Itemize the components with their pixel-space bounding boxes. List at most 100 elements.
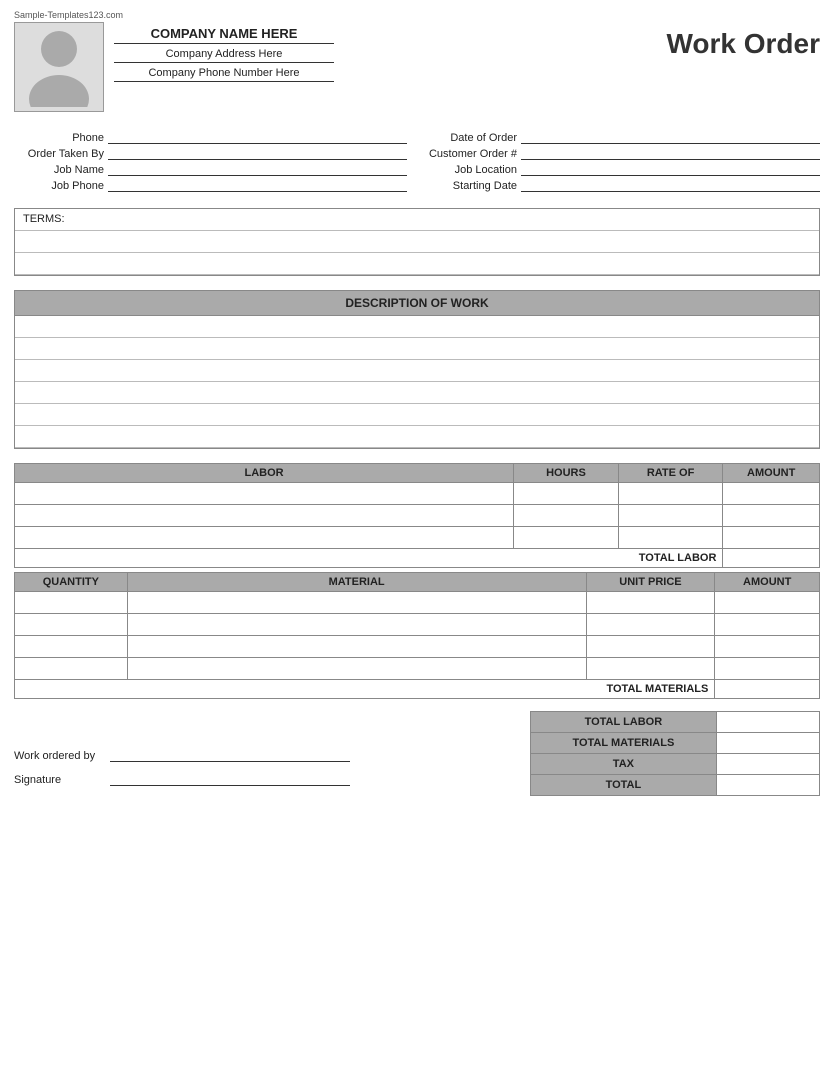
- company-phone: Company Phone Number Here: [114, 67, 334, 82]
- total-materials-row: TOTAL MATERIALS: [15, 680, 820, 699]
- mat-amount-3[interactable]: [715, 636, 820, 658]
- header: COMPANY NAME HERE Company Address Here C…: [14, 22, 820, 112]
- job-name-label: Job Name: [14, 164, 104, 176]
- desc-row-3: [15, 360, 819, 382]
- total-final-value[interactable]: [716, 775, 819, 796]
- labor-amount-1[interactable]: [723, 483, 820, 505]
- mat-price-2[interactable]: [586, 614, 715, 636]
- customer-order-input[interactable]: [521, 146, 820, 160]
- field-order-taken: Order Taken By: [14, 146, 407, 160]
- customer-order-label: Customer Order #: [427, 148, 517, 160]
- phone-input[interactable]: [108, 130, 407, 144]
- signature-row: Signature: [14, 772, 500, 786]
- labor-col-header: LABOR: [15, 464, 514, 483]
- company-logo: [14, 22, 104, 112]
- total-final-row: TOTAL: [531, 775, 820, 796]
- material-amount-col-header: AMOUNT: [715, 573, 820, 592]
- labor-row-1: [15, 483, 820, 505]
- work-ordered-by-input[interactable]: [110, 748, 350, 762]
- labor-table: LABOR HOURS RATE OF AMOUNT TOTAL LABOR: [14, 463, 820, 568]
- labor-rate-3[interactable]: [618, 527, 723, 549]
- terms-row-1: [15, 231, 819, 253]
- material-row-1: [15, 592, 820, 614]
- labor-desc-3[interactable]: [15, 527, 514, 549]
- total-labor-value[interactable]: [723, 549, 820, 568]
- labor-rate-2[interactable]: [618, 505, 723, 527]
- labor-hours-1[interactable]: [514, 483, 619, 505]
- total-labor-label: TOTAL LABOR: [15, 549, 723, 568]
- job-phone-label: Job Phone: [14, 180, 104, 192]
- job-name-input[interactable]: [108, 162, 407, 176]
- phone-label: Phone: [14, 132, 104, 144]
- field-customer-order: Customer Order #: [427, 146, 820, 160]
- mat-price-1[interactable]: [586, 592, 715, 614]
- mat-qty-2[interactable]: [15, 614, 128, 636]
- labor-row-2: [15, 505, 820, 527]
- desc-row-5: [15, 404, 819, 426]
- mat-price-4[interactable]: [586, 658, 715, 680]
- field-date-order: Date of Order: [427, 130, 820, 144]
- total-materials-summary-label: TOTAL MATERIALS: [531, 733, 717, 754]
- date-order-input[interactable]: [521, 130, 820, 144]
- description-header: DESCRIPTION OF WORK: [15, 291, 819, 316]
- unit-price-col-header: UNIT PRICE: [586, 573, 715, 592]
- labor-hours-2[interactable]: [514, 505, 619, 527]
- date-order-label: Date of Order: [427, 132, 517, 144]
- mat-desc-3[interactable]: [127, 636, 586, 658]
- desc-row-1: [15, 316, 819, 338]
- labor-hours-3[interactable]: [514, 527, 619, 549]
- summary-section: Work ordered by Signature TOTAL LABOR TO…: [14, 711, 820, 796]
- job-location-input[interactable]: [521, 162, 820, 176]
- mat-qty-1[interactable]: [15, 592, 128, 614]
- mat-amount-4[interactable]: [715, 658, 820, 680]
- order-taken-input[interactable]: [108, 146, 407, 160]
- field-job-phone: Job Phone: [14, 178, 407, 192]
- labor-amount-3[interactable]: [723, 527, 820, 549]
- description-section: DESCRIPTION OF WORK: [14, 290, 820, 449]
- form-left: Phone Order Taken By Job Name Job Phone: [14, 130, 407, 194]
- job-phone-input[interactable]: [108, 178, 407, 192]
- job-location-label: Job Location: [427, 164, 517, 176]
- signature-area: Work ordered by Signature: [14, 748, 530, 796]
- material-row-4: [15, 658, 820, 680]
- desc-row-2: [15, 338, 819, 360]
- field-phone: Phone: [14, 130, 407, 144]
- terms-label: TERMS:: [15, 209, 819, 231]
- signature-label: Signature: [14, 774, 104, 786]
- tax-value[interactable]: [716, 754, 819, 775]
- mat-amount-2[interactable]: [715, 614, 820, 636]
- total-labor-summary-label: TOTAL LABOR: [531, 712, 717, 733]
- company-address: Company Address Here: [114, 48, 334, 63]
- mat-amount-1[interactable]: [715, 592, 820, 614]
- form-right: Date of Order Customer Order # Job Locat…: [427, 130, 820, 194]
- labor-desc-2[interactable]: [15, 505, 514, 527]
- total-labor-row: TOTAL LABOR: [15, 549, 820, 568]
- mat-qty-3[interactable]: [15, 636, 128, 658]
- total-materials-label: TOTAL MATERIALS: [15, 680, 715, 699]
- mat-desc-1[interactable]: [127, 592, 586, 614]
- signature-input[interactable]: [110, 772, 350, 786]
- mat-qty-4[interactable]: [15, 658, 128, 680]
- mat-price-3[interactable]: [586, 636, 715, 658]
- starting-date-input[interactable]: [521, 178, 820, 192]
- total-labor-summary-value[interactable]: [716, 712, 819, 733]
- header-left: COMPANY NAME HERE Company Address Here C…: [14, 22, 334, 112]
- labor-desc-1[interactable]: [15, 483, 514, 505]
- company-name: COMPANY NAME HERE: [114, 26, 334, 44]
- terms-section: TERMS:: [14, 208, 820, 276]
- amount-col-header: AMOUNT: [723, 464, 820, 483]
- order-taken-label: Order Taken By: [14, 148, 104, 160]
- material-col-header: MATERIAL: [127, 573, 586, 592]
- total-materials-value[interactable]: [715, 680, 820, 699]
- mat-desc-2[interactable]: [127, 614, 586, 636]
- labor-amount-2[interactable]: [723, 505, 820, 527]
- desc-row-6: [15, 426, 819, 448]
- total-final-label: TOTAL: [531, 775, 717, 796]
- form-fields: Phone Order Taken By Job Name Job Phone …: [14, 130, 820, 194]
- mat-desc-4[interactable]: [127, 658, 586, 680]
- company-info: COMPANY NAME HERE Company Address Here C…: [114, 22, 334, 86]
- labor-rate-1[interactable]: [618, 483, 723, 505]
- total-materials-summary-value[interactable]: [716, 733, 819, 754]
- labor-row-3: [15, 527, 820, 549]
- material-table: QUANTITY MATERIAL UNIT PRICE AMOUNT: [14, 572, 820, 699]
